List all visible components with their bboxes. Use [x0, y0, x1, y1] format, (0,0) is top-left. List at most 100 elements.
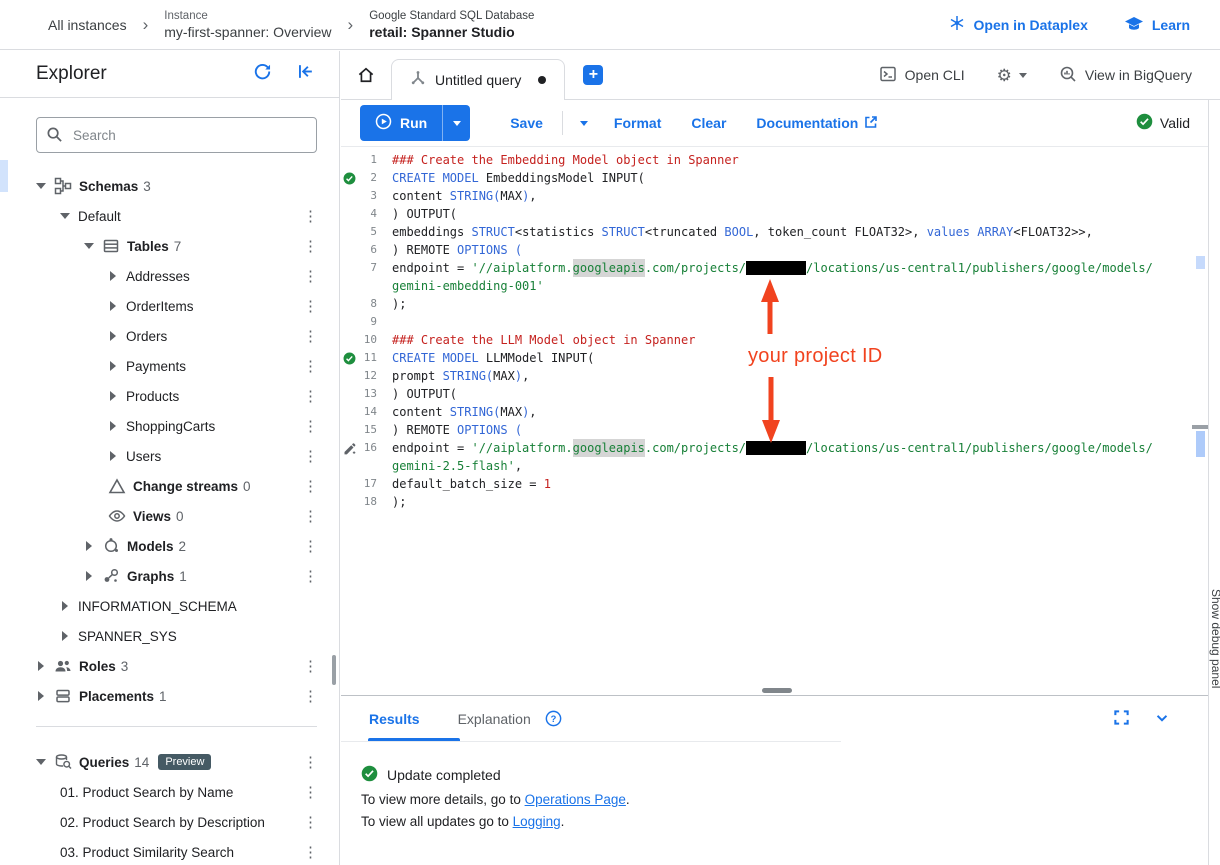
search-input[interactable]	[36, 117, 317, 153]
logging-link[interactable]: Logging	[513, 814, 561, 829]
kebab-menu-icon[interactable]: ⋮	[303, 359, 315, 374]
tab-explanation[interactable]: Explanation	[458, 711, 531, 727]
view-in-bigquery-button[interactable]: View in BigQuery	[1059, 65, 1192, 86]
kebab-menu-icon[interactable]: ⋮	[303, 449, 315, 464]
tree-item-02-product-search-by-description[interactable]: 02. Product Search by Description⋮	[0, 807, 339, 837]
tree-collapse-arrow-icon[interactable]	[60, 213, 70, 219]
tree-item-roles[interactable]: Roles3⋮	[0, 651, 339, 681]
operations-page-link[interactable]: Operations Page	[525, 792, 626, 807]
code-line[interactable]: 15) REMOTE OPTIONS (	[341, 421, 1190, 439]
home-tab-button[interactable]	[341, 65, 391, 85]
tree-expand-arrow-icon[interactable]	[108, 451, 118, 461]
tree-expand-arrow-icon[interactable]	[108, 421, 118, 431]
kebab-menu-icon[interactable]: ⋮	[303, 845, 315, 860]
tree-expand-arrow-icon[interactable]	[36, 661, 46, 671]
tree-item-shoppingcarts[interactable]: ShoppingCarts⋮	[0, 411, 339, 441]
kebab-menu-icon[interactable]: ⋮	[303, 569, 315, 584]
kebab-menu-icon[interactable]: ⋮	[303, 509, 315, 524]
tree-expand-arrow-icon[interactable]	[84, 541, 94, 551]
code-line[interactable]: gemini-2.5-flash',	[341, 457, 1190, 475]
code-line[interactable]: 8);	[341, 295, 1190, 313]
tree-item-01-product-search-by-name[interactable]: 01. Product Search by Name⋮	[0, 777, 339, 807]
documentation-link[interactable]: Documentation	[756, 115, 878, 132]
open-in-dataplex-button[interactable]: Open in Dataplex	[948, 14, 1088, 35]
kebab-menu-icon[interactable]: ⋮	[303, 299, 315, 314]
run-button[interactable]: Run	[360, 105, 442, 141]
tree-item-default[interactable]: Default⋮	[0, 201, 339, 231]
kebab-menu-icon[interactable]: ⋮	[303, 209, 315, 224]
tree-item-payments[interactable]: Payments⋮	[0, 351, 339, 381]
tree-item-placements[interactable]: Placements1⋮	[0, 681, 339, 711]
tree-expand-arrow-icon[interactable]	[108, 391, 118, 401]
kebab-menu-icon[interactable]: ⋮	[303, 239, 315, 254]
code-line[interactable]: 9	[341, 313, 1190, 331]
tree-item-03-product-similarity-search[interactable]: 03. Product Similarity Search⋮	[0, 837, 339, 865]
code-line[interactable]: 7endpoint = '//aiplatform.googleapis.com…	[341, 259, 1190, 277]
tree-expand-arrow-icon[interactable]	[108, 361, 118, 371]
format-button[interactable]: Format	[614, 115, 661, 131]
code-line[interactable]: 16endpoint = '//aiplatform.googleapis.co…	[341, 439, 1190, 457]
breadcrumb-all-instances[interactable]: All instances	[48, 17, 127, 33]
breadcrumb-instance[interactable]: Instance my-first-spanner: Overview	[164, 9, 331, 41]
learn-button[interactable]: Learn	[1124, 14, 1190, 35]
kebab-menu-icon[interactable]: ⋮	[303, 419, 315, 434]
code-line[interactable]: 13) OUTPUT(	[341, 385, 1190, 403]
tree-expand-arrow-icon[interactable]	[60, 601, 70, 611]
kebab-menu-icon[interactable]: ⋮	[303, 389, 315, 404]
tree-item-views[interactable]: Views0⋮	[0, 501, 339, 531]
code-line[interactable]: 4) OUTPUT(	[341, 205, 1190, 223]
code-line[interactable]: 11CREATE MODEL LLMModel INPUT(	[341, 349, 1190, 367]
tree-item-users[interactable]: Users⋮	[0, 441, 339, 471]
save-options-dropdown[interactable]	[580, 121, 588, 126]
tree-item-products[interactable]: Products⋮	[0, 381, 339, 411]
tree-collapse-arrow-icon[interactable]	[84, 243, 94, 249]
code-line[interactable]: 2CREATE MODEL EmbeddingsModel INPUT(	[341, 169, 1190, 187]
save-button[interactable]: Save	[510, 115, 543, 131]
code-line[interactable]: 10### Create the LLM Model object in Spa…	[341, 331, 1190, 349]
tab-untitled-query[interactable]: Untitled query	[391, 59, 565, 100]
open-cli-button[interactable]: Open CLI	[879, 65, 965, 86]
tree-expand-arrow-icon[interactable]	[108, 331, 118, 341]
kebab-menu-icon[interactable]: ⋮	[303, 539, 315, 554]
code-line[interactable]: gemini-embedding-001'	[341, 277, 1190, 295]
fullscreen-icon[interactable]	[1113, 709, 1130, 731]
tree-item-change-streams[interactable]: Change streams0⋮	[0, 471, 339, 501]
query-settings-dropdown[interactable]: ⚙	[997, 67, 1027, 84]
tree-collapse-arrow-icon[interactable]	[36, 759, 46, 765]
tree-item-orderitems[interactable]: OrderItems⋮	[0, 291, 339, 321]
tree-item-addresses[interactable]: Addresses⋮	[0, 261, 339, 291]
tree-collapse-arrow-icon[interactable]	[36, 183, 46, 189]
kebab-menu-icon[interactable]: ⋮	[303, 785, 315, 800]
clear-button[interactable]: Clear	[691, 115, 726, 131]
help-icon[interactable]: ?	[545, 710, 562, 727]
kebab-menu-icon[interactable]: ⋮	[303, 815, 315, 830]
code-line[interactable]: 5embeddings STRUCT<statistics STRUCT<tru…	[341, 223, 1190, 241]
tree-item-spanner-sys[interactable]: SPANNER_SYS	[0, 621, 339, 651]
kebab-menu-icon[interactable]: ⋮	[303, 329, 315, 344]
tree-expand-arrow-icon[interactable]	[36, 691, 46, 701]
edit-suggestion-icon[interactable]	[341, 441, 358, 456]
show-debug-panel-tab[interactable]: Show debug panel	[1209, 585, 1220, 865]
code-line[interactable]: 14content STRING(MAX),	[341, 403, 1190, 421]
refresh-icon[interactable]	[253, 62, 272, 86]
code-line[interactable]: 6) REMOTE OPTIONS (	[341, 241, 1190, 259]
code-line[interactable]: 1### Create the Embedding Model object i…	[341, 151, 1190, 169]
run-options-dropdown[interactable]	[442, 105, 470, 141]
tree-item-tables[interactable]: Tables7⋮	[0, 231, 339, 261]
new-tab-button[interactable]: +	[583, 65, 603, 85]
kebab-menu-icon[interactable]: ⋮	[303, 659, 315, 674]
tree-item-models[interactable]: Models2⋮	[0, 531, 339, 561]
breadcrumb-database[interactable]: Google Standard SQL Database retail: Spa…	[369, 9, 534, 41]
code-line[interactable]: 12prompt STRING(MAX),	[341, 367, 1190, 385]
tree-expand-arrow-icon[interactable]	[60, 631, 70, 641]
tree-item-schemas[interactable]: Schemas3	[0, 171, 339, 201]
tree-item-information-schema[interactable]: INFORMATION_SCHEMA	[0, 591, 339, 621]
code-line[interactable]: 3content STRING(MAX),	[341, 187, 1190, 205]
kebab-menu-icon[interactable]: ⋮	[303, 755, 315, 770]
sidebar-scrollbar[interactable]	[332, 655, 336, 685]
tree-item-orders[interactable]: Orders⋮	[0, 321, 339, 351]
code-line[interactable]: 18);	[341, 493, 1190, 511]
panel-resize-handle[interactable]	[762, 688, 792, 693]
tree-expand-arrow-icon[interactable]	[108, 271, 118, 281]
collapse-results-icon[interactable]	[1154, 710, 1170, 731]
